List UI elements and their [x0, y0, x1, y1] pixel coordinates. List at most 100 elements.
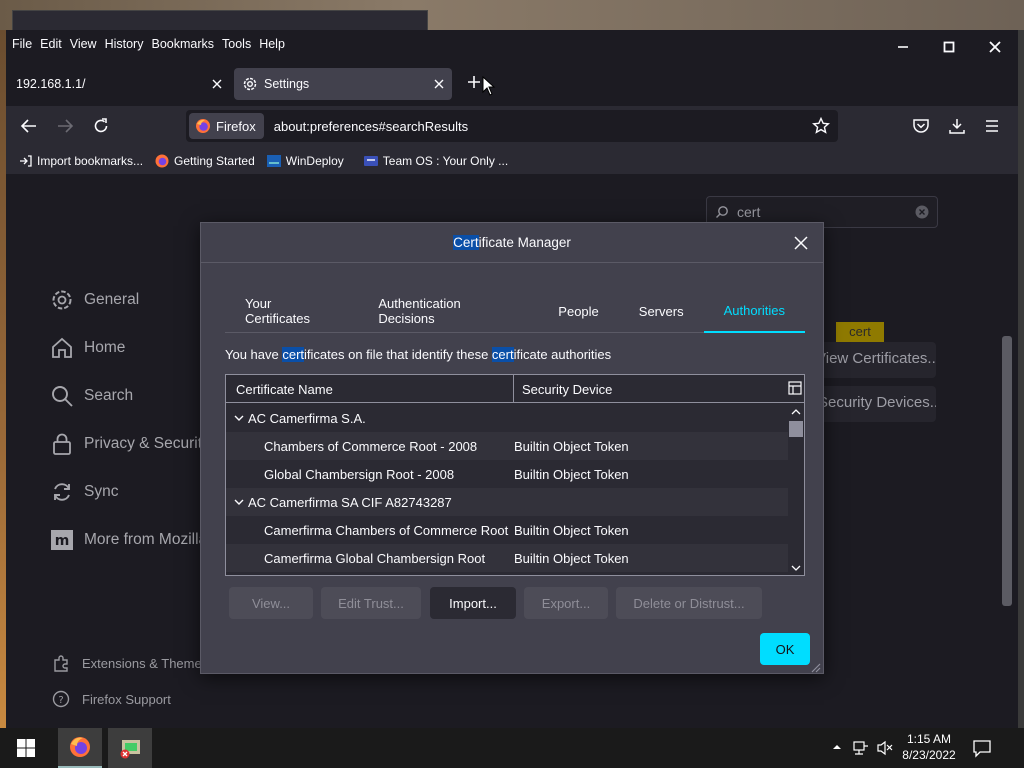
downloads-button[interactable]: [948, 117, 966, 135]
start-button[interactable]: [4, 728, 48, 768]
network-tray-icon[interactable]: [852, 739, 870, 757]
scroll-down-icon[interactable]: [788, 561, 804, 575]
sidebar-item-more-from-mozilla[interactable]: m More from Mozilla: [50, 528, 207, 552]
sidebar-item-home[interactable]: Home: [50, 336, 125, 360]
scroll-up-icon[interactable]: [788, 405, 804, 419]
tab-people[interactable]: People: [538, 289, 618, 333]
forward-button[interactable]: [56, 118, 74, 134]
certificate-tree[interactable]: Certificate Name Security Device AC Came…: [225, 374, 805, 576]
pocket-button[interactable]: [912, 118, 930, 134]
desc-text: You have: [225, 347, 283, 362]
tab-close-button[interactable]: [426, 79, 452, 89]
tab-router[interactable]: 192.168.1.1/: [8, 68, 230, 100]
identity-label: Firefox: [216, 118, 256, 134]
column-certificate-name[interactable]: Certificate Name: [236, 375, 514, 403]
sidebar-item-general[interactable]: General: [50, 288, 139, 312]
taskbar-clock[interactable]: 1:15 AM 8/23/2022: [896, 731, 962, 763]
tab-authorities[interactable]: Authorities: [703, 289, 805, 333]
tab-label: 192.168.1.1/: [16, 77, 86, 91]
sidebar-item-privacy[interactable]: Privacy & Security: [50, 432, 210, 456]
tab-your-certificates[interactable]: Your Certificates: [225, 289, 358, 333]
bookmark-team-os[interactable]: Team OS : Your Only ...: [363, 154, 508, 168]
identity-box[interactable]: Firefox: [189, 113, 264, 139]
tab-settings[interactable]: Settings: [234, 68, 452, 100]
sidebar-item-sync[interactable]: Sync: [50, 480, 118, 504]
sidebar-item-extensions[interactable]: Extensions & Themes: [52, 654, 208, 672]
clock-time: 1:15 AM: [906, 732, 952, 746]
dialog-close-button[interactable]: [789, 231, 813, 255]
export-button[interactable]: Export...: [524, 587, 608, 619]
tray-overflow-button[interactable]: [832, 742, 842, 752]
tree-row[interactable]: Camerfirma Global Chambersign Root Built…: [226, 544, 788, 572]
menu-file[interactable]: File: [6, 37, 32, 51]
clear-search-button[interactable]: [915, 205, 929, 219]
sidebar-item-support[interactable]: ? Firefox Support: [52, 690, 171, 708]
taskbar: 1:15 AM 8/23/2022: [0, 728, 1024, 768]
tab-close-button[interactable]: [204, 79, 230, 89]
bookmark-windeploy[interactable]: WinDeploy: [266, 154, 344, 168]
network-icon: [853, 741, 868, 755]
back-button[interactable]: [20, 118, 38, 134]
windows-logo-icon: [17, 739, 35, 757]
bookmark-star-button[interactable]: [812, 117, 830, 135]
network-app-icon: [120, 740, 140, 759]
chevron-down-icon[interactable]: [234, 413, 244, 423]
sidebar-item-search[interactable]: Search: [50, 384, 133, 408]
sidebar-label: Sync: [84, 483, 119, 500]
row-device: Builtin Object Token: [514, 466, 629, 482]
menu-history[interactable]: History: [99, 37, 144, 51]
column-security-device[interactable]: Security Device: [522, 375, 786, 403]
tree-scrollbar[interactable]: [788, 403, 804, 575]
tree-row[interactable]: Global Chambersign Root - 2008 Builtin O…: [226, 460, 788, 488]
import-button[interactable]: Import...: [430, 587, 516, 619]
search-tooltip: cert: [836, 322, 884, 342]
tab-servers[interactable]: Servers: [619, 289, 704, 333]
minimize-button[interactable]: [880, 30, 926, 64]
close-window-button[interactable]: [972, 30, 1018, 64]
menu-edit[interactable]: Edit: [34, 37, 62, 51]
tree-row[interactable]: Chambers of Commerce Root - 2008 Builtin…: [226, 432, 788, 460]
maximize-button[interactable]: [926, 30, 972, 64]
ok-button[interactable]: OK: [760, 633, 810, 665]
menu-help[interactable]: Help: [253, 37, 285, 51]
download-icon: [949, 119, 965, 134]
certificate-manager-dialog: Cert ificate Manager Your Certificates Au…: [200, 222, 824, 674]
tree-row-group[interactable]: AC Camerfirma SA CIF A82743287: [226, 488, 788, 516]
lock-icon: [53, 433, 71, 455]
desc-highlight: cert: [491, 347, 514, 362]
page-scrollbar-thumb[interactable]: [1002, 336, 1012, 606]
resize-grip-icon[interactable]: [809, 661, 821, 673]
tree-row[interactable]: Camerfirma Chambers of Commerce Root Bui…: [226, 516, 788, 544]
search-value: cert: [737, 204, 761, 220]
navigation-bar: Firefox about:preferences#searchResults: [6, 106, 1018, 148]
taskbar-firefox[interactable]: [58, 728, 102, 768]
menu-tools[interactable]: Tools: [216, 37, 251, 51]
notification-button[interactable]: [972, 738, 992, 758]
chevron-down-icon[interactable]: [234, 497, 244, 507]
reload-button[interactable]: [92, 117, 110, 135]
notification-icon: [973, 740, 991, 758]
menu-view[interactable]: View: [64, 37, 97, 51]
title-highlight: Cert: [453, 235, 479, 250]
desc-text: ificates on file that identify these: [304, 347, 492, 362]
volume-tray-icon[interactable]: [876, 739, 894, 757]
url-bar[interactable]: Firefox about:preferences#searchResults: [186, 110, 838, 142]
tree-scroll-thumb[interactable]: [789, 421, 803, 437]
bookmark-getting-started[interactable]: Getting Started: [155, 154, 255, 168]
delete-distrust-button[interactable]: Delete or Distrust...: [616, 587, 762, 619]
app-menu-button[interactable]: [984, 118, 1000, 134]
view-button[interactable]: View...: [229, 587, 313, 619]
menu-bookmarks[interactable]: Bookmarks: [145, 37, 214, 51]
bookmark-import[interactable]: Import bookmarks...: [18, 154, 143, 168]
tree-row-group[interactable]: AC Camerfirma S.A.: [226, 404, 788, 432]
edit-trust-button[interactable]: Edit Trust...: [321, 587, 421, 619]
background-window: [12, 10, 428, 32]
dialog-tabs: Your Certificates Authentication Decisio…: [225, 289, 805, 333]
url-text[interactable]: about:preferences#searchResults: [274, 119, 812, 134]
help-icon: ?: [52, 690, 70, 708]
tab-authentication-decisions[interactable]: Authentication Decisions: [358, 289, 538, 333]
column-picker-button[interactable]: [788, 381, 802, 395]
taskbar-network-app[interactable]: [108, 728, 152, 768]
firefox-logo-icon: [196, 119, 210, 133]
sidebar-label: Search: [84, 387, 134, 404]
